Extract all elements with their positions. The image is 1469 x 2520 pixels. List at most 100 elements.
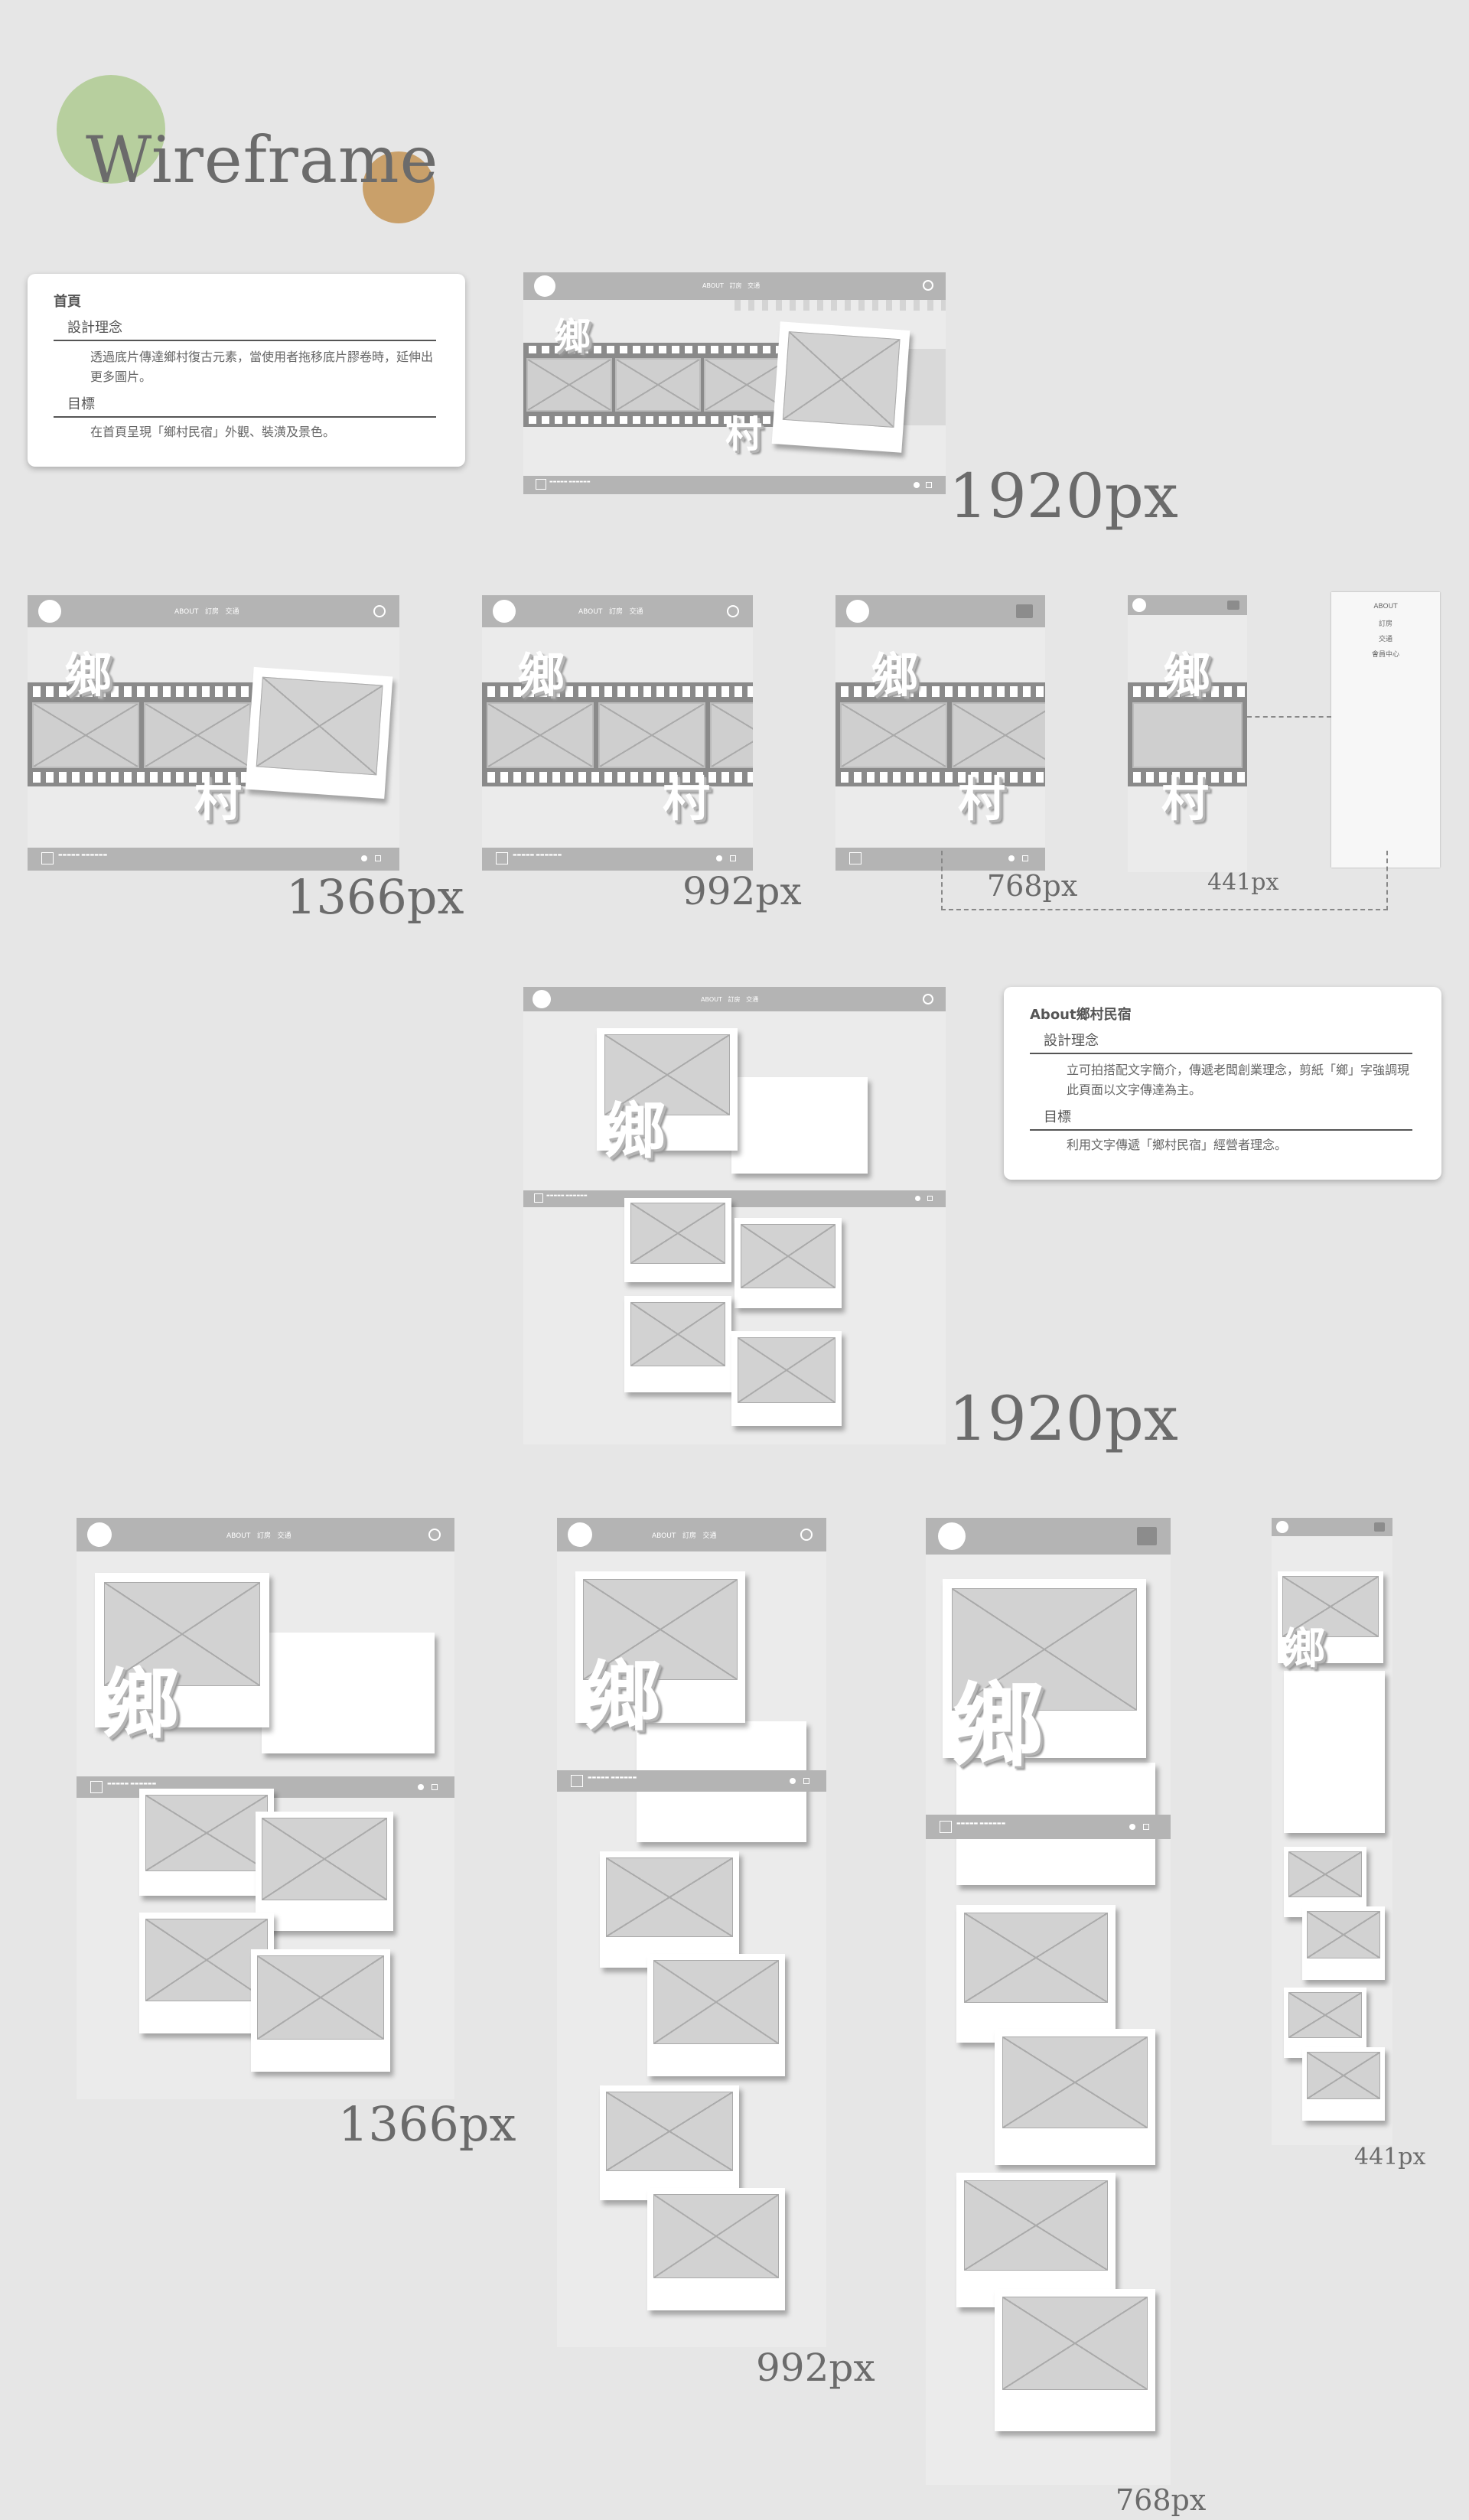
nav-links: ABOUT 訂房 交通 — [652, 1530, 717, 1540]
kanji-xiang: 鄉 — [871, 647, 919, 703]
footer-text: ▬▬▬▬▬ ▬▬▬▬▬▬ — [513, 852, 562, 858]
about-wireframe-1920: ABOUT 訂房 交通 鄉 ▬▬▬▬▬ ▬▬▬▬▬▬ — [523, 987, 946, 1444]
facebook-icon[interactable] — [361, 855, 367, 861]
nav-about[interactable]: ABOUT — [652, 1532, 676, 1540]
instagram-icon[interactable] — [926, 482, 932, 488]
nav-booking[interactable]: 訂房 — [728, 996, 741, 1003]
nav-links: ABOUT 訂房 交通 — [701, 995, 758, 1004]
polaroid-photo — [995, 2029, 1155, 2165]
film-frame — [615, 358, 701, 412]
nav-booking[interactable]: 訂房 — [205, 608, 219, 616]
top-nav-bar: ABOUT 訂房 交通 — [523, 272, 946, 300]
divider — [1030, 1053, 1412, 1054]
logo-placeholder — [846, 600, 869, 623]
logo-placeholder — [533, 990, 551, 1008]
kanji-xiang: 鄉 — [64, 647, 112, 703]
photo-placeholder — [630, 1302, 725, 1366]
divider — [54, 340, 436, 341]
nav-traffic[interactable]: 交通 — [746, 996, 758, 1003]
photo-placeholder — [606, 1857, 733, 1937]
nav-traffic[interactable]: 交通 — [226, 608, 239, 616]
photo-placeholder — [964, 1913, 1108, 2003]
photo-placeholder — [653, 1960, 779, 2044]
nav-about[interactable]: ABOUT — [174, 608, 198, 616]
kanji-cun: 村 — [1161, 771, 1210, 827]
logo-placeholder — [87, 1522, 112, 1547]
menu-item-traffic[interactable]: 交通 — [1331, 633, 1440, 643]
photo-placeholder — [1307, 2052, 1380, 2099]
footer-text: ▬▬▬▬▬ ▬▬▬▬▬▬ — [549, 480, 591, 484]
photo-placeholder — [653, 2194, 779, 2278]
polaroid-photo — [647, 2188, 785, 2310]
hamburger-menu-icon[interactable] — [1137, 1527, 1157, 1545]
photo-placeholder — [256, 676, 383, 776]
hamburger-menu-icon[interactable] — [1374, 1522, 1385, 1532]
nav-about[interactable]: ABOUT — [226, 1532, 250, 1540]
kanji-xiang: 鄉 — [517, 647, 565, 703]
qr-placeholder — [536, 479, 546, 490]
photo-placeholder — [964, 2180, 1108, 2271]
photo-placeholder — [738, 1337, 835, 1403]
footer-text: ▬▬▬▬▬ ▬▬▬▬▬▬ — [546, 1193, 588, 1198]
instagram-icon[interactable] — [730, 855, 736, 861]
facebook-icon[interactable] — [418, 1784, 424, 1790]
photo-placeholder — [1002, 2037, 1148, 2128]
instagram-icon[interactable] — [803, 1778, 809, 1784]
user-icon[interactable] — [923, 280, 933, 291]
user-icon[interactable] — [923, 994, 933, 1004]
instagram-icon[interactable] — [432, 1784, 438, 1790]
nav-booking[interactable]: 訂房 — [609, 608, 623, 616]
user-icon[interactable] — [373, 605, 386, 617]
instagram-icon[interactable] — [927, 1196, 933, 1201]
polaroid-photo — [1302, 1906, 1385, 1980]
logo-placeholder — [493, 600, 516, 623]
menu-item-about[interactable]: ABOUT — [1331, 603, 1440, 610]
about-wireframe-441: 鄉 — [1272, 1518, 1392, 2145]
nav-traffic[interactable]: 交通 — [278, 1532, 292, 1540]
divider — [1030, 1129, 1412, 1131]
nav-about[interactable]: ABOUT — [578, 608, 602, 616]
facebook-icon[interactable] — [790, 1778, 796, 1784]
kanji-xiang: 鄉 — [952, 1673, 1044, 1779]
facebook-icon[interactable] — [915, 1196, 920, 1201]
film-frame — [952, 702, 1045, 768]
home-wireframe-992: ABOUT 訂房 交通 鄉 村 ▬▬▬▬▬ ▬▬▬▬▬▬ — [482, 595, 753, 871]
nav-about[interactable]: ABOUT — [701, 996, 722, 1003]
user-icon[interactable] — [428, 1529, 441, 1541]
menu-item-booking[interactable]: 訂房 — [1331, 618, 1440, 628]
top-nav-bar: ABOUT 訂房 交通 — [523, 987, 946, 1011]
facebook-icon[interactable] — [1129, 1824, 1135, 1830]
facebook-icon[interactable] — [716, 855, 722, 861]
top-nav-bar: ABOUT 訂房 交通 — [557, 1518, 826, 1551]
instagram-icon[interactable] — [1143, 1824, 1149, 1830]
polaroid-photo — [995, 2289, 1155, 2431]
concept-label: 設計理念 — [1044, 1033, 1099, 1049]
nav-booking[interactable]: 訂房 — [682, 1532, 696, 1540]
home-wireframe-441: 鄉 村 — [1128, 595, 1247, 872]
nav-traffic[interactable]: 交通 — [748, 282, 760, 289]
nav-traffic[interactable]: 交通 — [630, 608, 643, 616]
user-icon[interactable] — [800, 1529, 813, 1541]
logo-placeholder — [534, 275, 555, 297]
nav-links: ABOUT 訂房 交通 — [174, 606, 239, 616]
about-wireframe-768: 鄉 ▬▬▬▬▬ ▬▬▬▬▬▬ — [926, 1518, 1171, 2485]
photo-placeholder — [262, 1818, 387, 1900]
top-nav-bar: ABOUT 訂房 交通 — [77, 1518, 454, 1551]
nav-booking[interactable]: 訂房 — [730, 282, 742, 289]
nav-traffic[interactable]: 交通 — [703, 1532, 717, 1540]
user-icon[interactable] — [727, 605, 739, 617]
hamburger-menu-icon[interactable] — [1016, 604, 1033, 618]
kanji-xiang: 鄉 — [1282, 1624, 1325, 1674]
kanji-cun: 村 — [725, 413, 763, 456]
nav-booking[interactable]: 訂房 — [257, 1532, 271, 1540]
facebook-icon[interactable] — [914, 482, 920, 488]
about-wireframe-992: ABOUT 訂房 交通 鄉 ▬▬▬▬▬ ▬▬▬▬▬▬ — [557, 1518, 826, 2347]
qr-placeholder — [849, 852, 862, 864]
polaroid-photo — [1302, 2047, 1385, 2121]
kanji-xiang: 鄉 — [1163, 647, 1211, 703]
hamburger-menu-icon[interactable] — [1227, 601, 1239, 610]
menu-item-member[interactable]: 會員中心 — [1331, 649, 1440, 659]
nav-about[interactable]: ABOUT — [702, 282, 724, 289]
instagram-icon[interactable] — [375, 855, 381, 861]
qr-placeholder — [571, 1775, 583, 1787]
